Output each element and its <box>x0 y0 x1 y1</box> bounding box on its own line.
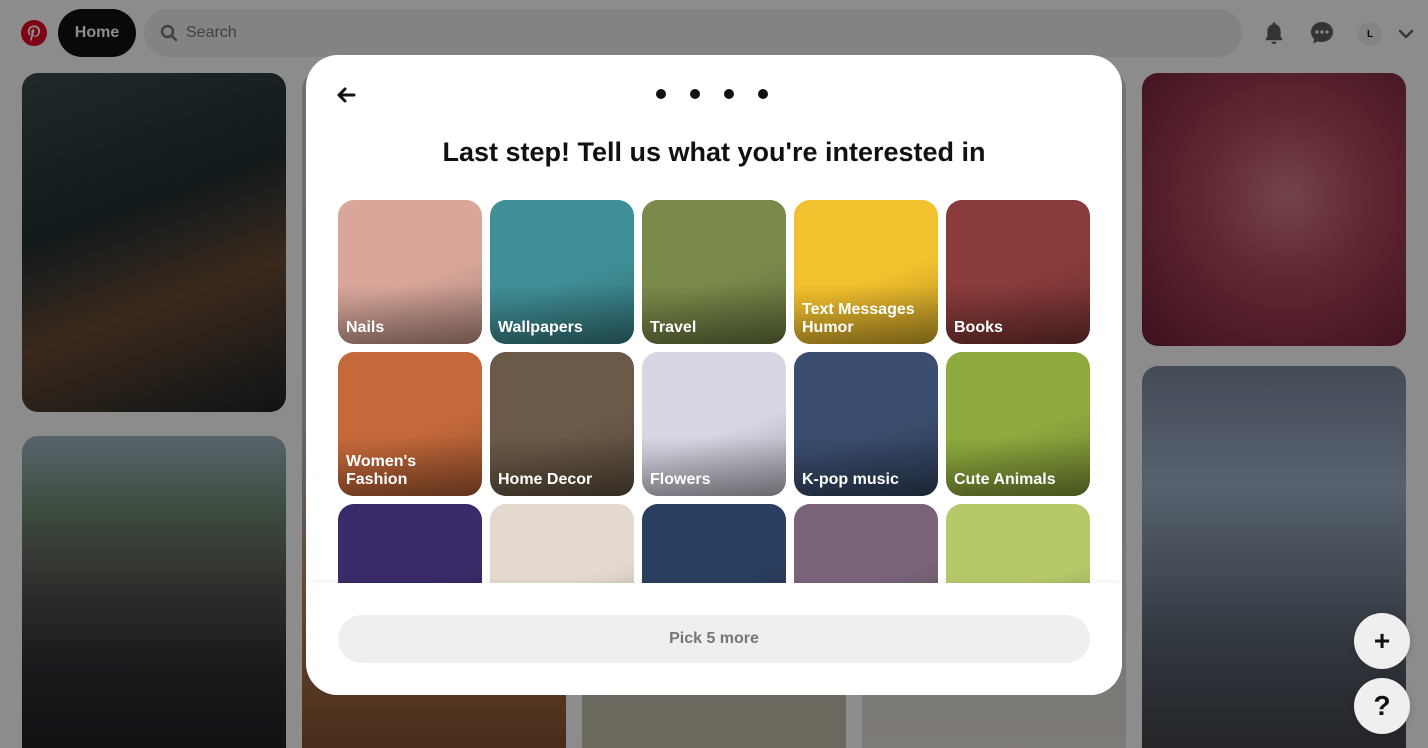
topic-tile-womens-fashion[interactable]: Women's Fashion <box>338 352 482 496</box>
interests-modal: Last step! Tell us what you're intereste… <box>306 55 1122 695</box>
topic-label: K-pop music <box>802 471 899 488</box>
topic-tile-kpop-music[interactable]: K-pop music <box>794 352 938 496</box>
topics-grid: Nails Wallpapers Travel Text Messages Hu… <box>338 200 1090 583</box>
topic-label: Women's Fashion <box>346 453 417 488</box>
topic-tile[interactable] <box>642 504 786 583</box>
topic-tile-nails[interactable]: Nails <box>338 200 482 344</box>
topic-label: Wallpapers <box>498 319 583 336</box>
progress-dot <box>656 89 666 99</box>
topic-label: Books <box>954 319 1003 336</box>
topic-tile-text-messages-humor[interactable]: Text Messages Humor <box>794 200 938 344</box>
modal-title: Last step! Tell us what you're intereste… <box>442 137 986 167</box>
pick-more-button[interactable]: Pick 5 more <box>338 615 1090 663</box>
topic-tile-cute-animals[interactable]: Cute Animals <box>946 352 1090 496</box>
topic-tile[interactable] <box>794 504 938 583</box>
topic-label: Cute Animals <box>954 471 1056 488</box>
modal-footer: Pick 5 more <box>306 583 1122 695</box>
topic-tile-home-decor[interactable]: Home Decor <box>490 352 634 496</box>
topic-tile[interactable] <box>338 504 482 583</box>
topic-tile-flowers[interactable]: Flowers <box>642 352 786 496</box>
progress-dot <box>724 89 734 99</box>
topic-tile-wallpapers[interactable]: Wallpapers <box>490 200 634 344</box>
progress-dot <box>690 89 700 99</box>
topic-tile[interactable] <box>490 504 634 583</box>
progress-dot <box>758 89 768 99</box>
help-button[interactable]: ? <box>1354 678 1410 734</box>
topic-label: Travel <box>650 319 697 336</box>
topic-tile[interactable] <box>946 504 1090 583</box>
topic-label: Nails <box>346 319 385 336</box>
topic-label: Flowers <box>650 471 711 488</box>
topic-tile-travel[interactable]: Travel <box>642 200 786 344</box>
arrow-left-icon[interactable] <box>334 83 358 107</box>
topic-label: Text Messages Humor <box>802 301 915 336</box>
topic-tile-books[interactable]: Books <box>946 200 1090 344</box>
create-button[interactable]: + <box>1354 613 1410 669</box>
topic-label: Home Decor <box>498 471 593 488</box>
progress-dots <box>656 89 768 99</box>
